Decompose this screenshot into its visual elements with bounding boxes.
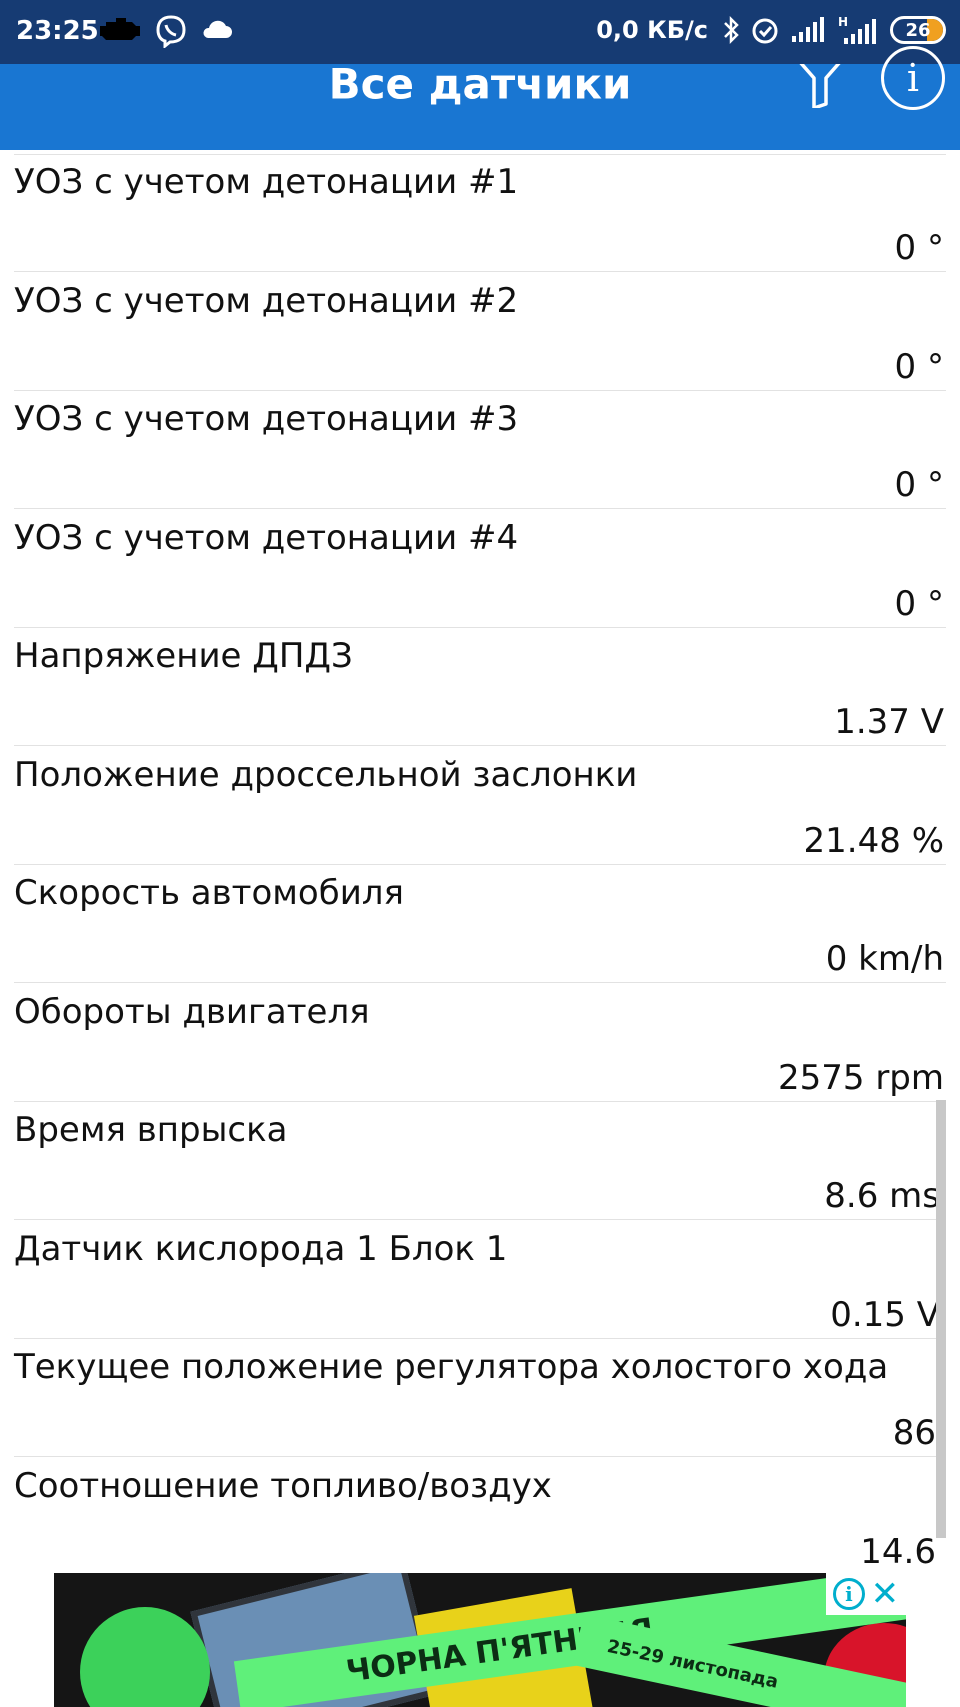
sensor-label: УОЗ с учетом детонации #3 [14,399,519,439]
list-scrollbar[interactable] [936,1100,946,1538]
sensor-label: Соотношение топливо/воздух [14,1465,552,1506]
info-icon: i [906,56,920,100]
sensor-row[interactable]: Текущее положение регулятора холостого х… [0,1339,960,1457]
sensor-label: Время впрыска [14,1110,288,1150]
sensor-row[interactable]: Обороты двигателя 2575 rpm [0,984,960,1102]
status-time: 23:25 [16,16,99,46]
sensor-label: УОЗ с учетом детонации #2 [14,280,519,321]
sensor-row[interactable]: Напряжение ДПДЗ 1.37 V [0,628,960,746]
sensor-row[interactable]: Соотношение топливо/воздух 14.6 [0,1458,960,1571]
sensor-label: Текущее положение регулятора холостого х… [14,1347,889,1387]
sensor-label: УОЗ с учетом детонации #4 [14,517,519,558]
ad-controls: i ✕ [826,1573,906,1615]
sensor-row[interactable]: Время впрыска 8.6 ms [0,1102,960,1220]
status-bar: 23:25 0,0 КБ/с H 26 [0,0,960,64]
info-button[interactable]: i [881,46,945,110]
sensor-row[interactable]: Скорость автомобиля 0 km/h [0,865,960,983]
engine-icon [100,18,140,40]
status-notification-icons [96,14,234,48]
sensor-label: Напряжение ДПДЗ [14,636,353,676]
signal-icon [792,17,824,42]
viber-icon [156,15,186,48]
sensor-value: 0 ° [894,228,944,268]
filter-icon [791,52,849,110]
sensor-value: 2575 rpm [777,1057,944,1098]
app-bar: Все датчики i [0,46,960,150]
sensor-value: 14.6 [860,1531,936,1571]
battery-level: 26 [905,19,931,41]
sensor-value: 0 ° [894,465,944,505]
sensor-list[interactable]: УОЗ с учетом детонации #1 0 ° УОЗ с учетом… [0,150,960,1570]
sensor-label: Скорость автомобиля [14,873,404,913]
alarm-icon [752,18,778,44]
sensor-value: 1.37 V [834,702,944,742]
bluetooth-icon [724,15,739,45]
status-right-group: 0,0 КБ/с H 26 [596,14,946,46]
sensor-row[interactable]: Положение дроссельной заслонки 21.48 % [0,747,960,865]
sensor-value: 0.15 V [830,1294,940,1335]
svg-text:H: H [838,15,848,29]
sensor-value: 0 km/h [825,939,944,979]
sensor-value: 86 [892,1413,936,1453]
ad-banner[interactable]: ЧОРНА П'ЯТНИЦЯ 25-29 листопада i ✕ [54,1573,906,1707]
sensor-row[interactable]: УОЗ с учетом детонации #2 0 ° [0,273,960,391]
ad-smiley-image [80,1607,210,1707]
sensor-label: Датчик кислорода 1 Блок 1 [14,1228,508,1269]
signal-h-icon: H [838,15,876,44]
sensor-value: 8.6 ms [824,1176,940,1216]
network-speed: 0,0 КБ/с [596,16,708,44]
sensor-label: Положение дроссельной заслонки [14,754,638,795]
sensor-value: 21.48 % [803,820,944,861]
sensor-row[interactable]: УОЗ с учетом детонации #4 0 ° [0,510,960,628]
sensor-value: 0 ° [894,583,944,624]
ad-info-icon[interactable]: i [832,1578,865,1610]
filter-button[interactable] [790,52,850,110]
cloud-icon [203,20,232,38]
sensor-row[interactable]: Датчик кислорода 1 Блок 1 0.15 V [0,1221,960,1339]
sensor-row[interactable]: УОЗ с учетом детонации #3 0 ° [0,391,960,509]
sensor-label: Обороты двигателя [14,991,370,1032]
sensor-label: УОЗ с учетом детонации #1 [14,162,519,202]
ad-close-icon[interactable]: ✕ [871,1577,900,1611]
sensor-value: 0 ° [894,346,944,387]
sensor-row[interactable]: УОЗ с учетом детонации #1 0 ° [0,154,960,272]
battery-icon: 26 [890,16,946,44]
